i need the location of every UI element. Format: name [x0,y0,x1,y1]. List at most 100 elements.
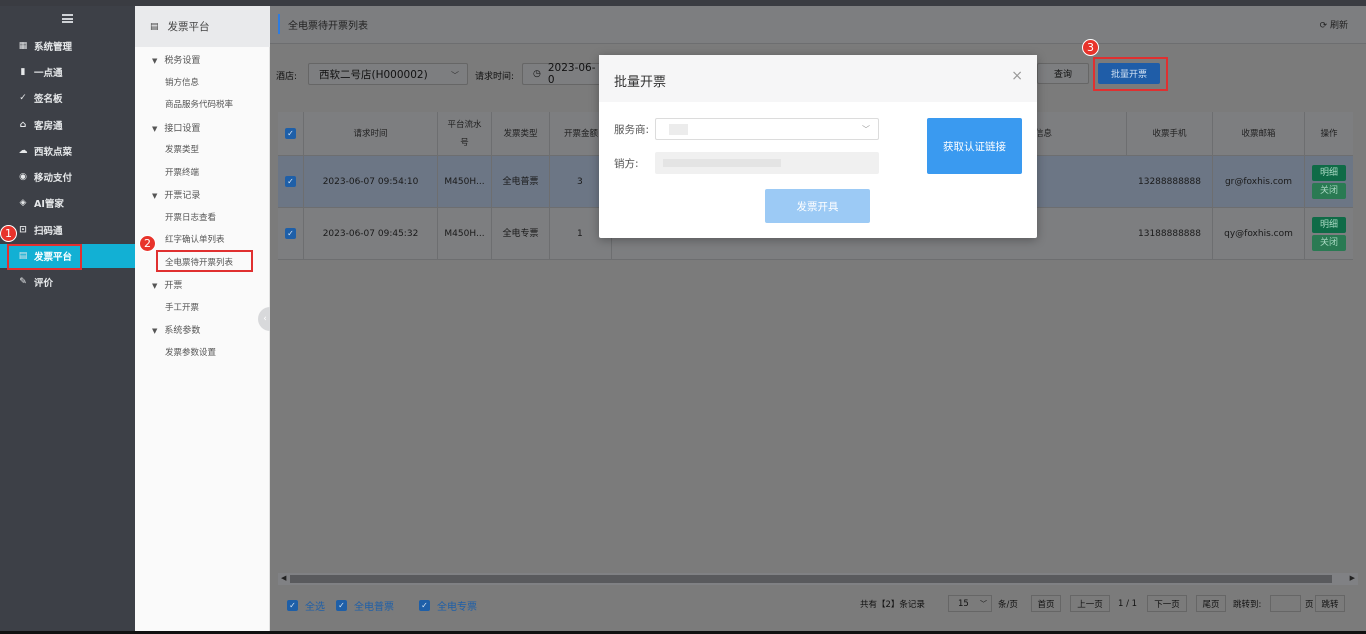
step-badge-1: 1 [0,225,17,242]
refresh-button[interactable]: ⟳ 刷新 [1320,18,1348,31]
sidebar-item-system[interactable]: ▦ 系统管理 [0,34,135,58]
refresh-icon: ⟳ [1319,21,1330,31]
invoice-icon: ▤ [150,21,159,32]
header-checkbox[interactable]: ✓ [285,128,296,139]
seller-field [655,152,879,174]
sidebar-item-label: 一点通 [34,68,63,79]
submenu-link-manual[interactable]: 手工开票 [165,301,199,313]
seller-label: 销方: [614,158,639,170]
sidebar-item-label: 签名板 [34,94,63,105]
sidebar-item-signpad[interactable]: ✓ 签名板 [0,86,135,110]
highlight-box-batch [1093,57,1168,91]
chevron-down-icon: ﹀ [862,125,870,134]
chevron-down-icon: ﹀ [451,71,459,80]
breadcrumb: 全电票待开票列表 ⟳ 刷新 [270,6,1366,44]
get-auth-link-button[interactable]: 获取认证链接 [927,118,1022,174]
select-all-checkbox[interactable]: ✓ 全选 [287,598,325,613]
sidebar-item-label: 移动支付 [34,173,73,184]
submenu-group-tax[interactable]: ▼ 税务设置 [152,53,200,66]
submenu-group-interface[interactable]: ▼ 接口设置 [152,121,200,134]
grid-icon: ▦ [18,41,28,51]
row-checkbox[interactable]: ✓ [285,228,296,239]
chevron-down-icon: ﹀ [980,599,987,608]
time-label: 请求时间: [475,72,515,82]
modal-title: 批量开票 [614,75,667,90]
detail-button[interactable]: 明细 [1312,164,1346,181]
scroll-left-icon[interactable]: ◀ [281,574,286,582]
provider-label: 服务商: [614,124,650,136]
caret-down-icon: ▼ [152,125,158,133]
hotel-select[interactable]: 西软二号店(H000002) ﹀ [308,63,468,85]
per-page-label: 条/页 [998,600,1018,610]
submenu-link-tax-code[interactable]: 商品服务代码税率 [165,98,233,110]
robot-icon: ◈ [19,198,27,208]
batch-issue-modal: 批量开票 × 服务商: ﹀ 销方: 获取认证链接 发票开具 [599,55,1037,238]
jump-page-input[interactable] [1270,595,1301,612]
edit-icon: ✎ [19,277,27,287]
next-page-button[interactable]: 下一页 [1147,595,1187,612]
detail-button[interactable]: 明细 [1312,216,1346,233]
ordinary-checkbox[interactable]: ✓ 全电普票 [336,598,394,613]
page-info: 1 / 1 [1118,599,1138,609]
submenu-panel: ▤ 发票平台 ▼ 税务设置 销方信息 商品服务代码税率 ▼ 接口设置 发票类型 开票终… [135,6,270,631]
cloud-icon: ☁ [18,146,28,156]
caret-down-icon: ▼ [152,192,158,200]
special-checkbox[interactable]: ✓ 全电专票 [419,598,477,613]
hotel-label: 酒店: [276,72,298,82]
issue-invoice-button[interactable]: 发票开具 [765,189,870,223]
sidebar-item-pay[interactable]: ◉ 移动支付 [0,165,135,189]
caret-down-icon: ▼ [152,282,158,290]
provider-select[interactable]: ﹀ [655,118,879,140]
clock-icon: ◷ [533,69,541,79]
sidebar-item-label: AI管家 [34,199,64,210]
sign-icon: ✓ [19,93,27,103]
sidebar-item-yidiantong[interactable]: ▮ 一点通 [0,60,135,84]
last-page-button[interactable]: 尾页 [1196,595,1226,612]
row-checkbox[interactable]: ✓ [285,176,296,187]
submenu-link-log[interactable]: 开票日志查看 [165,211,216,223]
first-page-button[interactable]: 首页 [1031,595,1061,612]
highlight-box-submenu [156,250,253,272]
sidebar-item-label: 系统管理 [34,42,73,53]
sidebar-item-ai[interactable]: ◈ AI管家 [0,191,135,215]
pay-icon: ◉ [19,172,27,182]
caret-down-icon: ▼ [152,327,158,335]
close-icon[interactable]: × [1011,68,1023,84]
sidebar-item-review[interactable]: ✎ 评价 [0,270,135,294]
chevron-left-icon: ‹ [263,314,267,324]
horizontal-scrollbar[interactable]: ◀ ▶ [278,573,1358,585]
submenu-group-params[interactable]: ▼ 系统参数 [152,323,200,336]
sidebar-item-label: 西软点菜 [34,147,73,158]
hamburger-icon[interactable] [62,14,73,23]
query-button[interactable]: 查询 [1037,63,1089,84]
sidebar-item-label: 客房通 [34,121,63,132]
sidebar-item-room[interactable]: ⌂ 客房通 [0,113,135,137]
sidebar-item-scan[interactable]: ⊡ 扫码通 [0,218,135,242]
main-sidebar: ▦ 系统管理 ▮ 一点通 ✓ 签名板 ⌂ 客房通 ☁ 西软点菜 ◉ 移动支付 ◈ AI管家 ⊡… [0,6,135,631]
close-button[interactable]: 关闭 [1312,182,1346,199]
submenu-group-records[interactable]: ▼ 开票记录 [152,188,200,201]
jump-label: 跳转到: [1233,600,1262,610]
highlight-box-sidebar [7,244,82,270]
jump-button[interactable]: 跳转 [1315,595,1345,612]
submenu-group-issue[interactable]: ▼ 开票 [152,278,182,291]
prev-page-button[interactable]: 上一页 [1070,595,1110,612]
submenu-link-terminal[interactable]: 开票终端 [165,166,199,178]
home-icon: ⌂ [19,120,27,130]
submenu-link-red-list[interactable]: 红字确认单列表 [165,233,225,245]
sidebar-item-order[interactable]: ☁ 西软点菜 [0,139,135,163]
submenu-link-invoice-type[interactable]: 发票类型 [165,143,199,155]
sidebar-item-label: 扫码通 [34,226,63,237]
close-button[interactable]: 关闭 [1312,234,1346,251]
submenu-header: ▤ 发票平台 [135,6,270,47]
page-title: 全电票待开票列表 [288,21,368,32]
step-badge-3: 3 [1082,39,1099,56]
scan-icon: ⊡ [19,225,27,235]
scroll-right-icon[interactable]: ▶ [1350,574,1355,582]
submenu-link-param-set[interactable]: 发票参数设置 [165,346,216,358]
scroll-thumb[interactable] [290,575,1332,583]
submenu-link-seller[interactable]: 销方信息 [165,76,199,88]
page-size-select[interactable]: 15 ﹀ [948,595,992,612]
bar-chart-icon: ▮ [20,67,26,77]
time-input[interactable]: ◷ 2023-06-0 [522,62,602,86]
